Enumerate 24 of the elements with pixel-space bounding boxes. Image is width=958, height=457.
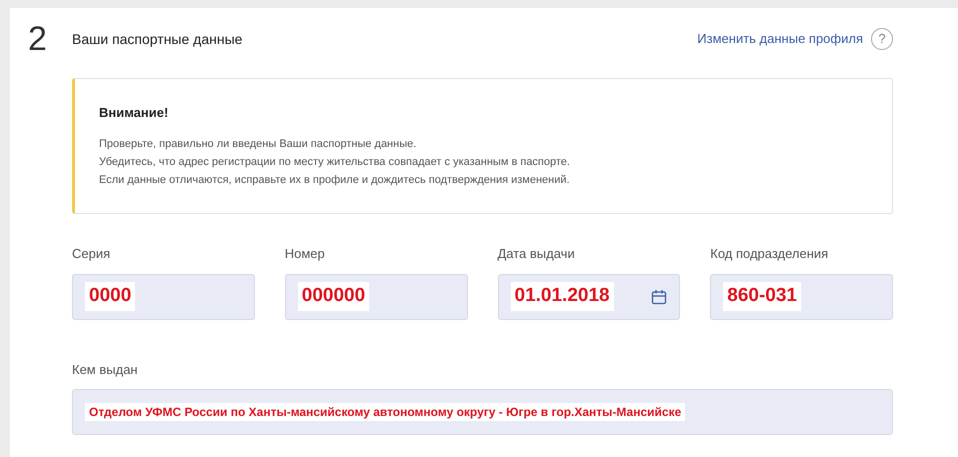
field-label: Дата выдачи [498,245,576,263]
field-value: 0000 [85,282,136,311]
field-label: Номер [284,245,326,263]
field-value: 01.01.2018 [510,282,614,311]
step-number: 2 [28,22,48,56]
input-field[interactable]: 000000 [284,274,468,320]
field-label: Серия [72,245,112,263]
input-field[interactable]: 01.01.2018 [498,274,680,320]
notice-text: Убедитесь, что адрес регистрации по месту жительства совпадает с указанным в паспорте. [99,154,571,170]
notice-text: Проверьте, правильно ли введены Ваши паспортные данные. [99,136,418,152]
help-button[interactable]: ? [871,28,893,50]
section-title: Ваши паспортные данные [72,30,242,49]
input-field[interactable]: 860-031 [710,274,893,320]
input-field[interactable]: 0000 [72,274,255,320]
input-field[interactable]: Отделом УФМС России по Ханты-мансийскому автономному округу - Югре в гор.Ханты-Мансийске [72,389,893,435]
field-label: Код подразделения [710,245,830,263]
field-value: 000000 [298,282,370,311]
notice-title: Внимание! [99,104,170,122]
notice-text: Если данные отличаются, исправьте их в профиле и дождитесь подтверждения изменений. [99,172,571,188]
calendar-icon[interactable] [651,288,668,304]
field-value: 860-031 [723,282,801,311]
field-value: Отделом УФМС России по Ханты-мансийскому автономному округу - Югре в гор.Ханты-Мансийске [85,403,686,421]
edit-profile-link[interactable]: Изменить данные профиля [697,29,863,49]
field-label: Кем выдан [72,360,139,379]
